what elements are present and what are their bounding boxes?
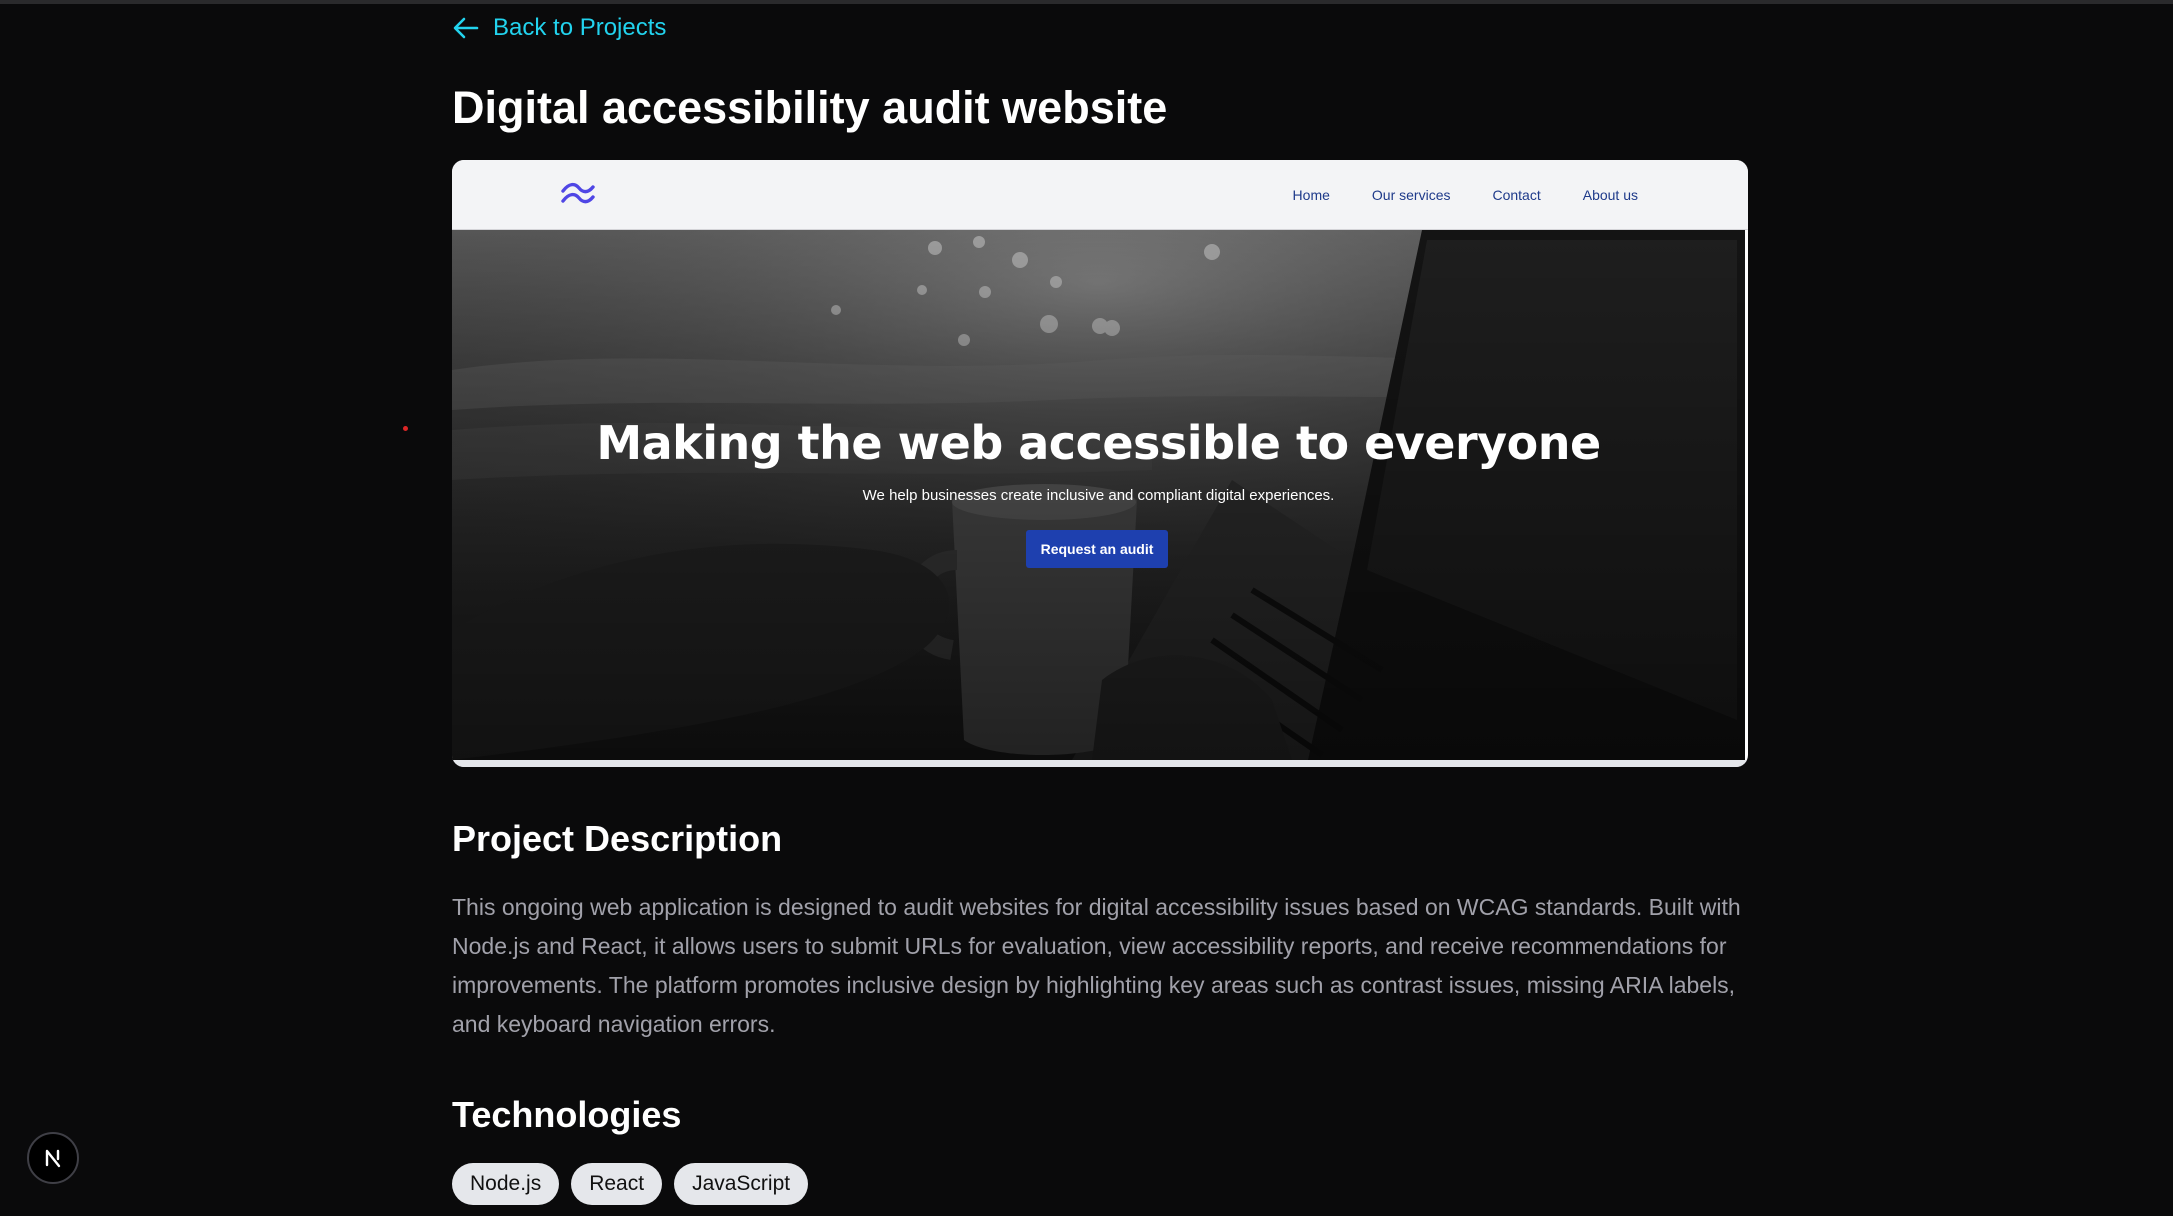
back-to-projects-link[interactable]: Back to Projects	[452, 12, 666, 44]
nextjs-logo-icon	[45, 1149, 61, 1168]
project-preview-image: Home Our services Contact About us Makin…	[452, 160, 1748, 767]
preview-bottom-edge	[452, 760, 1748, 767]
tech-tag-nodejs: Node.js	[452, 1163, 560, 1205]
preview-hero: Making the web accessible to everyone We…	[452, 230, 1745, 760]
tech-tag-react: React	[571, 1163, 663, 1205]
preview-nav-services[interactable]: Our services	[1372, 187, 1451, 203]
nextjs-dev-indicator-button[interactable]	[27, 1132, 79, 1184]
preview-nav-home[interactable]: Home	[1293, 187, 1330, 203]
arrow-left-icon	[453, 17, 479, 39]
preview-navbar: Home Our services Contact About us	[452, 160, 1748, 230]
page-title: Digital accessibility audit website	[452, 82, 1168, 133]
technologies-heading: Technologies	[452, 1094, 682, 1135]
tailwind-wave-logo-icon	[561, 182, 595, 204]
browser-top-strip	[0, 0, 2173, 4]
preview-nav-links: Home Our services Contact About us	[1293, 160, 1638, 229]
tech-tag-javascript: JavaScript	[674, 1163, 809, 1205]
cursor-dot	[403, 426, 408, 431]
preview-nav-contact[interactable]: Contact	[1492, 187, 1540, 203]
technology-tags: Node.js React JavaScript	[452, 1163, 809, 1205]
preview-hero-subtitle: We help businesses create inclusive and …	[862, 487, 1335, 504]
request-audit-button[interactable]: Request an audit	[1026, 530, 1168, 568]
project-description-text: This ongoing web application is designed…	[452, 894, 1741, 1037]
preview-hero-title: Making the web accessible to everyone	[596, 416, 1601, 470]
project-description-heading: Project Description	[452, 818, 783, 859]
preview-nav-about[interactable]: About us	[1583, 187, 1638, 203]
back-link-label: Back to Projects	[493, 14, 667, 41]
